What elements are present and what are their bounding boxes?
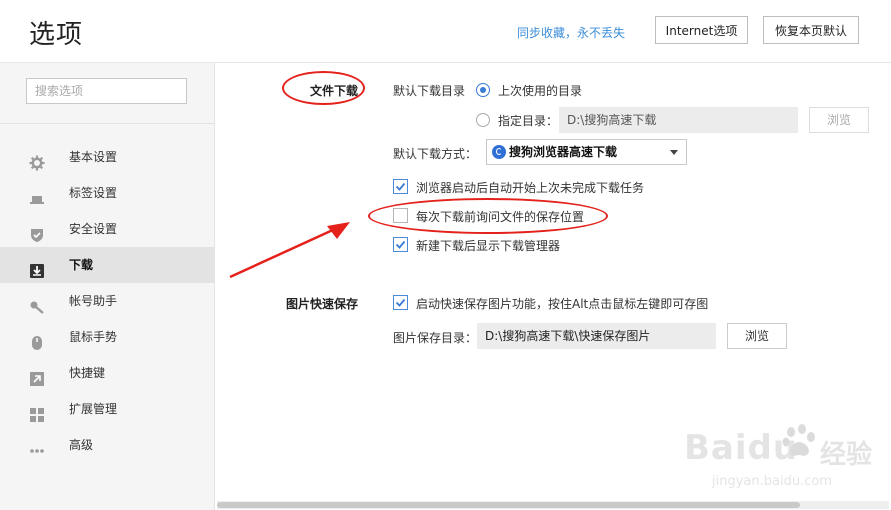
- sogou-logo-icon: [492, 145, 506, 159]
- baidu-watermark: Baidu 经验 jingyan.baidu.com: [684, 410, 884, 510]
- sidebar-item-tabs[interactable]: 标签设置: [0, 175, 214, 211]
- sidebar-item-label: 快捷键: [69, 366, 106, 380]
- annotation-ellipse-checkbox: [368, 198, 608, 234]
- radio-last-used-dir[interactable]: [476, 83, 490, 97]
- more-dots-icon: [29, 437, 45, 453]
- sidebar-item-label: 标签设置: [69, 186, 118, 200]
- sidebar-item-label: 下载: [69, 258, 94, 272]
- sidebar-item-shortcuts[interactable]: 快捷键: [0, 355, 214, 391]
- checkbox-show-manager[interactable]: [393, 237, 408, 252]
- radio-specify-dir[interactable]: [476, 113, 490, 127]
- browse-dir-button[interactable]: 浏览: [809, 107, 869, 133]
- search-box[interactable]: [26, 78, 187, 104]
- download-method-select[interactable]: 搜狗浏览器高速下载: [486, 139, 687, 165]
- sidebar-item-label: 鼠标手势: [69, 330, 118, 344]
- radio-last-used-label: 上次使用的目录: [498, 84, 583, 98]
- sidebar-item-advanced[interactable]: 高级: [0, 427, 214, 463]
- sidebar-nav: 基本设置 标签设置 安全设置 下载 帐号助手 鼠标手势 快捷键 扩展管理 高级: [0, 139, 214, 463]
- show-manager-label: 新建下载后显示下载管理器: [416, 239, 561, 253]
- sidebar: 基本设置 标签设置 安全设置 下载 帐号助手: [0, 63, 215, 510]
- image-quick-save-label: 启动快速保存图片功能，按住Alt点击鼠标左键即可存图: [416, 297, 709, 311]
- sidebar-item-label: 帐号助手: [69, 294, 118, 308]
- annotation-ellipse-section: [282, 71, 365, 105]
- shortcut-arrow-icon: [29, 365, 45, 386]
- chevron-down-icon: [670, 150, 678, 155]
- key-icon: [29, 293, 45, 314]
- image-save-section-label: 图片快速保存: [286, 297, 359, 311]
- specify-dir-path-field[interactable]: D:\搜狗高速下载: [559, 107, 798, 133]
- checkbox-auto-resume[interactable]: [393, 179, 408, 194]
- sidebar-item-basic[interactable]: 基本设置: [0, 139, 214, 175]
- restore-defaults-button[interactable]: 恢复本页默认: [763, 16, 859, 44]
- sidebar-item-label: 安全设置: [69, 222, 118, 236]
- download-icon: [29, 257, 45, 278]
- grid-icon: [29, 401, 45, 422]
- default-dir-label: 默认下载目录: [393, 84, 466, 98]
- watermark-url: jingyan.baidu.com: [712, 474, 832, 489]
- tab-icon: [29, 185, 45, 204]
- sidebar-item-label: 扩展管理: [69, 402, 118, 416]
- page-title: 选项: [29, 20, 84, 50]
- sidebar-item-mouse-gesture[interactable]: 鼠标手势: [0, 319, 214, 355]
- annotation-arrow: [229, 222, 350, 279]
- watermark-brand-latin: Baidu: [684, 428, 799, 468]
- sidebar-item-account[interactable]: 帐号助手: [0, 283, 214, 319]
- gear-icon: [29, 149, 45, 171]
- sidebar-item-download[interactable]: 下载: [0, 247, 214, 283]
- download-method-label: 默认下载方式：: [393, 147, 478, 161]
- auto-resume-label: 浏览器启动后自动开始上次未完成下载任务: [416, 181, 645, 195]
- image-dir-label: 图片保存目录：: [393, 331, 478, 345]
- search-input[interactable]: [27, 79, 186, 103]
- watermark-brand-cn: 经验: [820, 440, 873, 470]
- sync-link[interactable]: 同步收藏，永不丢失: [517, 24, 625, 41]
- image-dir-field[interactable]: D:\搜狗高速下载\快速保存图片: [477, 323, 716, 349]
- sidebar-item-label: 高级: [69, 438, 94, 452]
- checkbox-image-quick-save[interactable]: [393, 295, 408, 310]
- radio-specify-label: 指定目录：: [498, 114, 559, 128]
- options-header: 选项 同步收藏，永不丢失 Internet选项 恢复本页默认: [0, 0, 891, 63]
- image-dir-browse-button[interactable]: 浏览: [727, 323, 787, 349]
- download-method-value: 搜狗浏览器高速下载: [509, 145, 618, 159]
- sidebar-divider: [0, 123, 214, 124]
- sidebar-item-label: 基本设置: [69, 150, 118, 164]
- mouse-icon: [29, 329, 45, 350]
- internet-options-button[interactable]: Internet选项: [655, 16, 748, 44]
- sidebar-item-security[interactable]: 安全设置: [0, 211, 214, 247]
- sidebar-item-extensions[interactable]: 扩展管理: [0, 391, 214, 427]
- shield-icon: [29, 221, 45, 242]
- paw-icon: [782, 424, 815, 456]
